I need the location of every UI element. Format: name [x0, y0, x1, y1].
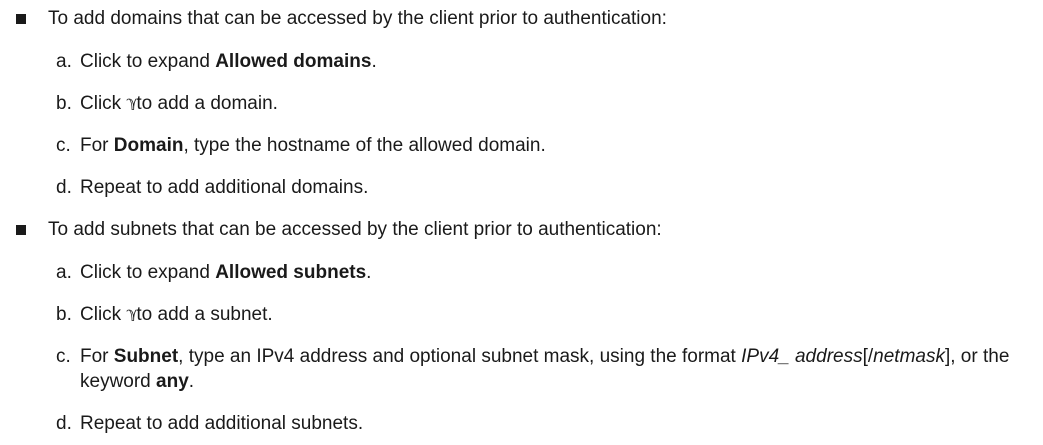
bullet-marker [16, 225, 26, 235]
step-letter: c. [56, 346, 71, 367]
bullet-item-subnets: To add subnets that can be accessed by t… [16, 217, 662, 242]
step-letter: b. [56, 93, 72, 114]
step-text: Click to expand Allowed domains. [80, 49, 377, 74]
ui-term: Allowed subnets [215, 262, 367, 283]
step-text: For Domain, type the hostname of the all… [80, 133, 546, 158]
ui-term: Allowed domains [215, 51, 372, 72]
step-item: d. Repeat to add additional subnets. [56, 411, 363, 436]
bullet-item-domains: To add domains that can be accessed by t… [16, 6, 667, 31]
step-text-plain: For [80, 346, 114, 367]
step-item: b. Click ℽto add a subnet. [56, 302, 273, 328]
step-text-plain: . [188, 371, 195, 392]
ui-term: Subnet [113, 346, 179, 367]
step-text: Repeat to add additional subnets. [80, 413, 364, 434]
step-text-plain: For [80, 135, 114, 156]
step-item: a. Click to expand Allowed subnets. [56, 260, 371, 285]
step-text-plain: , type an IPv4 address and optional subn… [178, 346, 742, 367]
step-text: Click to expand Allowed subnets. [80, 260, 371, 285]
bullet-text: To add subnets that can be accessed by t… [48, 219, 662, 240]
step-item: d. Repeat to add additional domains. [56, 175, 368, 200]
step-letter: a. [56, 51, 72, 72]
bullet-text: To add domains that can be accessed by t… [48, 8, 667, 29]
step-text-plain: Click [80, 304, 127, 325]
step-text: Click ℽto add a subnet. [80, 302, 273, 328]
step-text: Repeat to add additional domains. [80, 177, 369, 198]
step-letter: d. [56, 177, 72, 198]
step-text-plain: , type the hostname of the allowed domai… [183, 135, 546, 156]
step-letter: a. [56, 262, 72, 283]
format-placeholder: IPv4_ address [741, 346, 863, 367]
step-text-plain: Click [80, 93, 127, 114]
step-text-plain: Click to expand [80, 262, 216, 283]
step-text: For Subnet, type an IPv4 address and opt… [80, 344, 1040, 394]
step-text-plain: to add a subnet. [136, 304, 273, 325]
step-text-plain: . [366, 262, 372, 283]
bullet-marker [16, 14, 26, 24]
add-icon: ℽ [126, 305, 137, 322]
step-item: c. For Subnet, type an IPv4 address and … [56, 344, 1040, 394]
step-letter: b. [56, 304, 72, 325]
step-text-plain: . [371, 51, 377, 72]
step-item: b. Click ℽto add a domain. [56, 91, 278, 117]
format-placeholder: netmask [873, 346, 945, 367]
keyword: any [156, 371, 189, 392]
step-letter: c. [56, 135, 71, 156]
step-text-plain: [/ [862, 346, 874, 367]
step-item: a. Click to expand Allowed domains. [56, 49, 377, 74]
step-item: c. For Domain, type the hostname of the … [56, 133, 546, 158]
step-text-plain: to add a domain. [136, 93, 278, 114]
add-icon: ℽ [126, 94, 137, 111]
ui-term: Domain [113, 135, 184, 156]
step-text-plain: Click to expand [80, 51, 216, 72]
step-letter: d. [56, 413, 72, 434]
step-text: Click ℽto add a domain. [80, 91, 278, 117]
